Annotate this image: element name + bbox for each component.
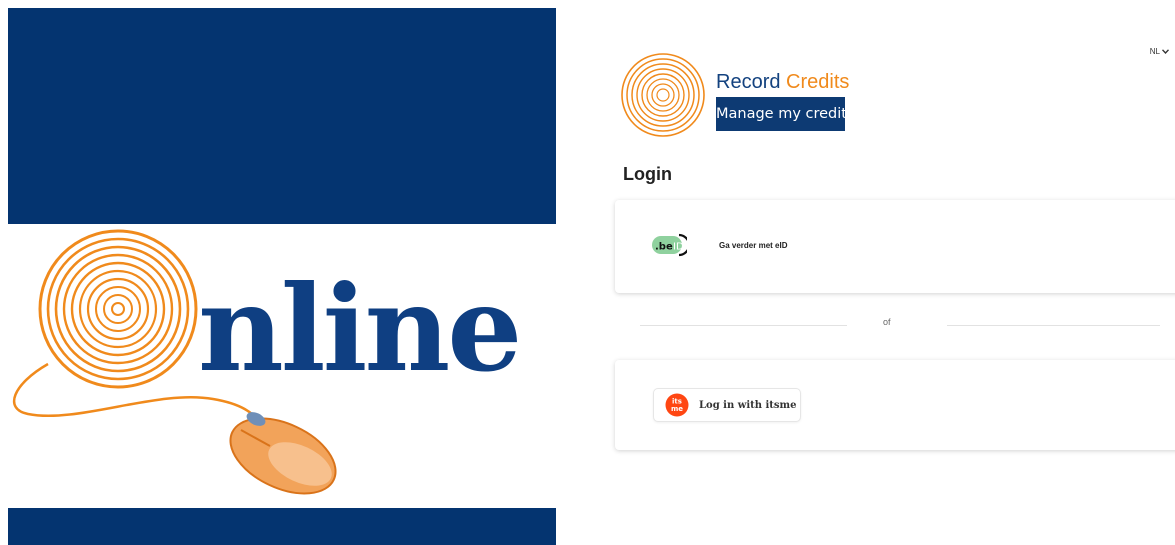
eid-login-button[interactable]: .be ID Ga verder met eID (651, 233, 787, 257)
language-selector[interactable]: NL (1150, 47, 1169, 56)
itsme-icon: its me (665, 393, 689, 417)
itsme-login-label: Log in with itsme (699, 399, 797, 411)
svg-text:ID: ID (673, 242, 684, 253)
language-label: NL (1149, 47, 1160, 56)
itsme-login-card: its me Log in with itsme (615, 360, 1175, 450)
page: nline NL Record Credits Manage my credit… (0, 0, 1175, 545)
fingerprint-icon (38, 229, 198, 389)
chevron-down-icon (1162, 49, 1169, 54)
brand-title: Record Credits (716, 70, 849, 94)
or-separator: of (640, 316, 1160, 330)
itsme-login-button[interactable]: its me Log in with itsme (653, 388, 801, 422)
svg-text:me: me (671, 405, 683, 413)
separator-line-right (947, 325, 1160, 326)
beid-icon: .be ID (652, 233, 687, 257)
promo-bottom-band (8, 508, 556, 545)
brand-title-part1: Record (716, 71, 781, 93)
fingerprint-icon (621, 53, 705, 137)
login-heading: Login (623, 164, 672, 184)
separator-line-left (640, 325, 847, 326)
promo-top-band (8, 8, 556, 224)
eid-login-label: Ga verder met eID (719, 240, 788, 250)
computer-mouse-icon (229, 412, 337, 495)
brand-tagline: Manage my credit (716, 97, 847, 131)
brand-title-part2: Credits (786, 71, 850, 93)
online-word: nline (198, 259, 522, 398)
separator-text: of (883, 317, 891, 327)
eid-login-card: .be ID Ga verder met eID (615, 200, 1175, 293)
online-promo-image: nline (8, 8, 556, 545)
svg-text:.be: .be (655, 242, 673, 253)
